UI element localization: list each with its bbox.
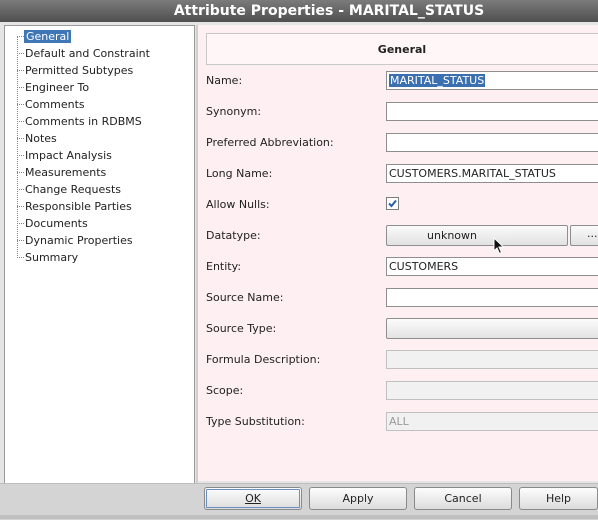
source-name-label: Source Name: [206, 291, 284, 304]
properties-tree: General Default and Constraint Permitted… [4, 25, 195, 503]
synonym-label: Synonym: [206, 105, 262, 118]
tree-item-default-and-constraint[interactable]: Default and Constraint [17, 46, 150, 61]
preferred-abbreviation-field[interactable] [386, 133, 598, 152]
tree-item-change-requests[interactable]: Change Requests [17, 182, 122, 197]
checkmark-icon [388, 199, 397, 208]
tree-item-responsible-parties[interactable]: Responsible Parties [17, 199, 132, 214]
tree-item-impact-analysis[interactable]: Impact Analysis [17, 148, 112, 163]
preferred-abbreviation-label: Preferred Abbreviation: [206, 136, 334, 149]
tree-item-label: Summary [25, 251, 79, 264]
tree-item-permitted-subtypes[interactable]: Permitted Subtypes [17, 63, 134, 78]
tree-item-label: Permitted Subtypes [25, 64, 134, 77]
tree-item-label: Comments in RDBMS [25, 115, 142, 128]
tree-item-label: Impact Analysis [25, 149, 112, 162]
tree-item-label: Responsible Parties [25, 200, 132, 213]
tree-item-engineer-to[interactable]: Engineer To [17, 80, 90, 95]
tree-item-label: General [24, 30, 72, 43]
source-name-field[interactable] [386, 288, 598, 307]
datatype-label: Datatype: [206, 229, 261, 242]
scope-label: Scope: [206, 384, 244, 397]
help-button-label: Help [545, 492, 572, 505]
allow-nulls-checkbox[interactable] [386, 197, 399, 210]
ok-button[interactable]: OK [204, 487, 302, 510]
tree-item-measurements[interactable]: Measurements [17, 165, 107, 180]
window-titlebar: Attribute Properties - MARITAL_STATUS [0, 0, 598, 23]
type-substitution-field: ALL [386, 412, 598, 431]
long-name-field[interactable]: CUSTOMERS.MARITAL_STATUS [386, 164, 598, 183]
entity-label: Entity: [206, 260, 242, 273]
tree-item-label: Dynamic Properties [25, 234, 133, 247]
source-type-combo[interactable] [386, 318, 598, 339]
apply-button-label: Apply [342, 492, 374, 505]
tree-item-label: Engineer To [25, 81, 90, 94]
long-name-label: Long Name: [206, 167, 273, 180]
help-button[interactable]: Help [519, 487, 598, 510]
cancel-button-label: Cancel [444, 492, 482, 505]
type-substitution-label: Type Substitution: [206, 415, 305, 428]
window-title: Attribute Properties - MARITAL_STATUS [173, 3, 485, 19]
tree-item-documents[interactable]: Documents [17, 216, 88, 231]
tree-item-label: Notes [25, 132, 57, 145]
cancel-button[interactable]: Cancel [414, 487, 512, 510]
tree-item-label: Comments [25, 98, 85, 111]
tree-item-dynamic-properties[interactable]: Dynamic Properties [17, 233, 133, 248]
scope-field [386, 381, 598, 400]
formula-description-field [386, 350, 598, 369]
name-value: MARITAL_STATUS [389, 74, 486, 87]
tree-item-summary[interactable]: Summary [17, 250, 79, 265]
apply-button[interactable]: Apply [309, 487, 407, 510]
tree-item-label: Measurements [25, 166, 107, 179]
name-label: Name: [206, 74, 243, 87]
tree-item-label: Default and Constraint [25, 47, 150, 60]
panel-header: General [206, 33, 598, 65]
tree-item-label: Change Requests [25, 183, 122, 196]
datatype-more-button[interactable]: ... [570, 225, 598, 246]
tree-item-notes[interactable]: Notes [17, 131, 57, 146]
tree-item-comments[interactable]: Comments [17, 97, 85, 112]
window-bottom-edge [0, 515, 598, 519]
general-panel: General Name: MARITAL_STATUS Synonym: Pr… [198, 25, 598, 481]
entity-field[interactable]: CUSTOMERS [386, 257, 598, 276]
tree-item-comments-in-rdbms[interactable]: Comments in RDBMS [17, 114, 142, 129]
allow-nulls-label: Allow Nulls: [206, 198, 270, 211]
tree-item-label: Documents [25, 217, 88, 230]
panel-title: General [377, 42, 427, 56]
dialog-body: General Default and Constraint Permitted… [0, 22, 598, 503]
tree-item-general[interactable]: General [17, 29, 72, 44]
ok-button-label: OK [245, 492, 261, 505]
datatype-button[interactable]: unknown [386, 225, 568, 246]
source-type-label: Source Type: [206, 322, 277, 335]
synonym-field[interactable] [386, 102, 598, 121]
name-field[interactable]: MARITAL_STATUS [386, 71, 598, 90]
mouse-pointer-icon [493, 237, 505, 255]
formula-description-label: Formula Description: [206, 353, 321, 366]
